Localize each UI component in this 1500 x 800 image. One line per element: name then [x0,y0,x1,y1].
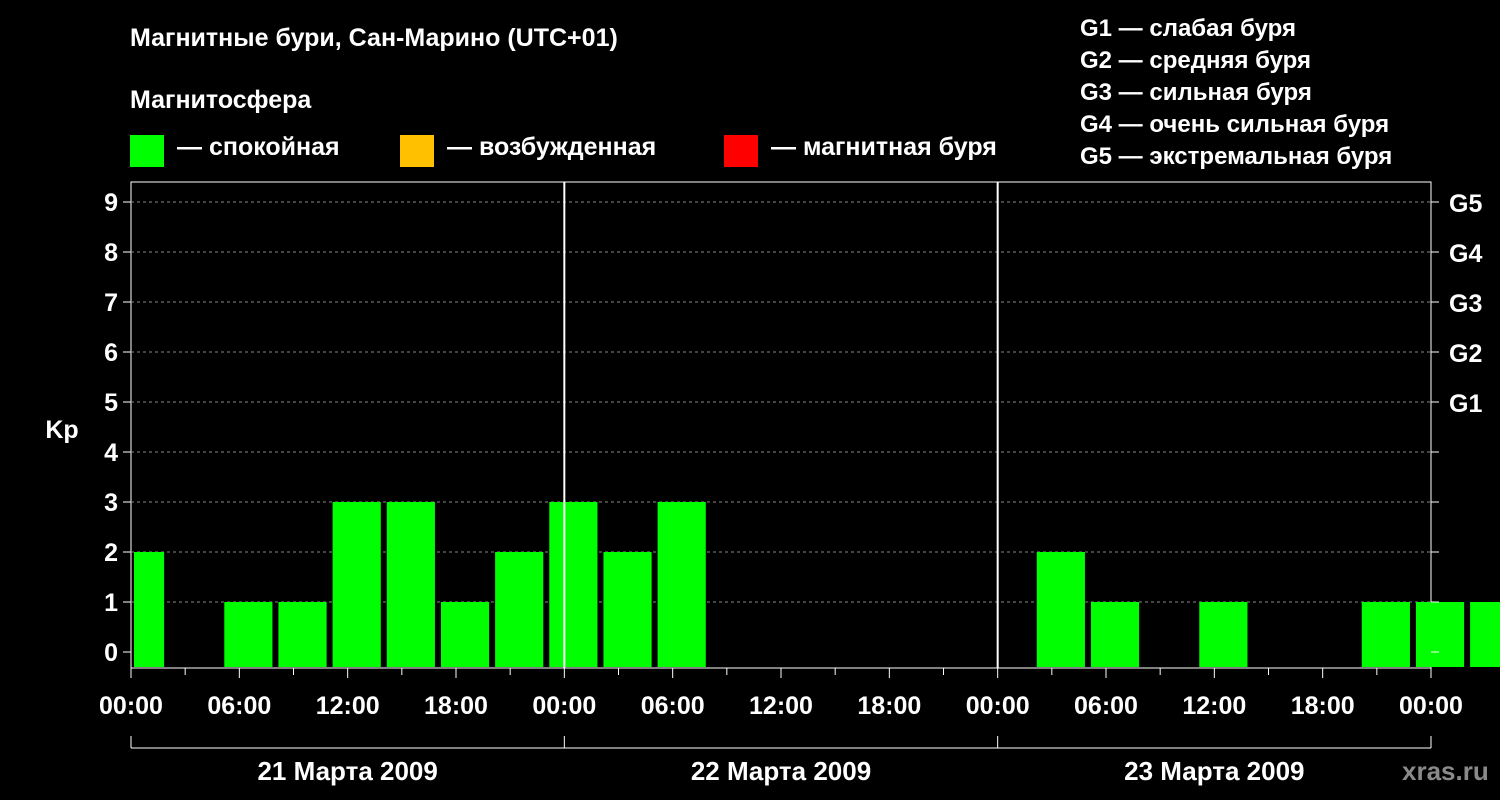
kp-bar [495,552,544,667]
kp-bar [549,502,598,667]
kp-bar [440,602,490,667]
g-tick-label: G1 [1449,390,1482,418]
y-tick-label: 3 [104,489,118,517]
g-tick-label: G2 [1449,340,1482,368]
kp-bar [1415,602,1465,667]
x-tick-label: 18:00 [1291,692,1355,720]
x-tick-label: 12:00 [316,692,380,720]
y-tick-label: 1 [104,589,118,617]
x-tick-label: 06:00 [1074,692,1138,720]
kp-bar [657,502,706,667]
kp-bar [278,602,327,667]
kp-bar [224,602,273,667]
kp-bar [1090,602,1140,667]
g-tick-label: G5 [1449,190,1482,218]
kp-bar [134,552,165,667]
kp-bar [1361,602,1410,667]
y-tick-label: 0 [104,639,118,667]
x-tick-label: 18:00 [424,692,488,720]
x-tick-label: 18:00 [857,692,921,720]
y-tick-label: 7 [104,289,118,317]
x-tick-label: 12:00 [749,692,813,720]
y-tick-label: 8 [104,239,118,267]
y-axis-label: Kp [45,416,78,444]
g-tick-label: G4 [1449,240,1482,268]
kp-bar [332,502,381,667]
kp-bar [1470,602,1500,667]
y-tick-label: 4 [104,439,118,467]
day-label: 23 Марта 2009 [1124,756,1304,786]
x-tick-label: 00:00 [966,692,1030,720]
day-label: 21 Марта 2009 [257,756,437,786]
x-tick-label: 12:00 [1182,692,1246,720]
kp-bar [1036,552,1085,667]
x-tick-label: 06:00 [207,692,271,720]
kp-bar [603,552,652,667]
x-tick-label: 00:00 [99,692,163,720]
g-tick-label: G3 [1449,290,1482,318]
y-tick-label: 9 [104,189,118,217]
kp-bar [386,502,435,667]
y-tick-label: 2 [104,539,118,567]
kp-chart: 0 1 2 3 4 5 6 7 8 9 G1 G2 G3 G4 G5 Kp 00:00 06:00 12:00 18:… [45,181,1500,786]
watermark: xras.ru [1402,756,1489,786]
y-tick-label: 6 [104,339,118,367]
kp-bar [1199,602,1248,667]
day-label: 22 Марта 2009 [691,756,871,786]
y-tick-label: 5 [104,389,118,417]
x-tick-label: 06:00 [641,692,705,720]
x-tick-label: 00:00 [1399,692,1463,720]
x-tick-label: 00:00 [532,692,596,720]
plot-frame [130,181,1432,669]
